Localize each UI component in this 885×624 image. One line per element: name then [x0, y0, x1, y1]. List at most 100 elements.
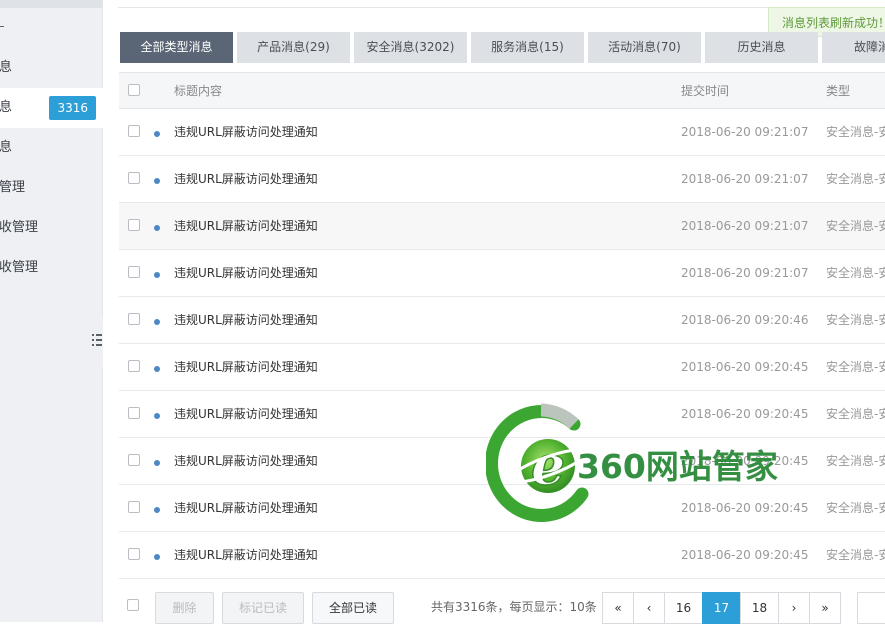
last-page-button[interactable]: » [809, 592, 841, 624]
next-page-button[interactable]: › [778, 592, 810, 624]
unread-dot-icon [154, 507, 160, 513]
delete-button[interactable]: 删除 [155, 592, 214, 624]
table-row[interactable]: 违规URL屏蔽访问处理通知 2018-06-20 09:21:07 安全消息-安 [119, 156, 885, 203]
row-checkbox[interactable] [128, 219, 140, 231]
footer-select-all-checkbox[interactable] [127, 599, 139, 611]
sidebar: 息 息 3316 息 管理 收管理 收管理 [0, 0, 104, 622]
tab-security[interactable]: 安全消息(3202) [354, 32, 467, 63]
unread-dot-icon [154, 413, 160, 419]
row-checkbox[interactable] [128, 454, 140, 466]
row-checkbox[interactable] [128, 548, 140, 560]
message-title[interactable]: 违规URL屏蔽访问处理通知 [174, 438, 318, 484]
message-time: 2018-06-20 09:21:07 [681, 125, 809, 139]
message-time: 2018-06-20 09:20:46 [681, 313, 809, 327]
unread-dot-icon [154, 225, 160, 231]
row-checkbox[interactable] [128, 172, 140, 184]
row-checkbox[interactable] [128, 266, 140, 278]
unread-dot-icon [154, 319, 160, 325]
select-all-checkbox[interactable] [128, 84, 140, 96]
first-page-button[interactable]: « [602, 592, 634, 624]
table-row[interactable]: 违规URL屏蔽访问处理通知 2018-06-20 09:21:07 安全消息-安 [119, 109, 885, 156]
page-button[interactable]: 16 [664, 592, 703, 624]
sidebar-item-6[interactable]: 收管理 [0, 248, 103, 288]
message-type: 安全消息-安 [826, 360, 885, 374]
jump-to-page-input[interactable] [857, 592, 885, 624]
unread-dot-icon [154, 272, 160, 278]
message-title[interactable]: 违规URL屏蔽访问处理通知 [174, 532, 318, 578]
sidebar-item-3[interactable]: 息 [0, 128, 103, 168]
sidebar-item-1[interactable]: 息 [0, 48, 103, 88]
message-time: 2018-06-20 09:21:07 [681, 266, 809, 280]
message-time: 2018-06-20 09:20:45 [681, 548, 809, 562]
table-row[interactable]: 违规URL屏蔽访问处理通知 2018-06-20 09:20:45 安全消息-安 [119, 485, 885, 532]
tab-fault[interactable]: 故障消息 [822, 32, 885, 63]
row-checkbox[interactable] [128, 313, 140, 325]
page-button[interactable]: 18 [740, 592, 779, 624]
message-time: 2018-06-20 09:20:45 [681, 501, 809, 515]
sidebar-top-strip [0, 0, 103, 8]
message-title[interactable]: 违规URL屏蔽访问处理通知 [174, 485, 318, 531]
page-button-current[interactable]: 17 [702, 592, 741, 624]
row-checkbox[interactable] [128, 501, 140, 513]
tab-service[interactable]: 服务消息(15) [471, 32, 584, 63]
sidebar-item-label: 息 [0, 140, 13, 155]
message-title[interactable]: 违规URL屏蔽访问处理通知 [174, 297, 318, 343]
tab-history[interactable]: 历史消息 [705, 32, 818, 63]
message-type: 安全消息-安 [826, 266, 885, 280]
message-title[interactable]: 违规URL屏蔽访问处理通知 [174, 250, 318, 296]
tab-product[interactable]: 产品消息(29) [237, 32, 350, 63]
message-type: 安全消息-安 [826, 219, 885, 233]
message-time: 2018-06-20 09:20:45 [681, 360, 809, 374]
message-title[interactable]: 违规URL屏蔽访问处理通知 [174, 203, 318, 249]
table-footer: 删除 标记已读 全部已读 共有3316条，每页显示：10条 « ‹ 16 17 … [118, 578, 885, 624]
table-row[interactable]: 违规URL屏蔽访问处理通知 2018-06-20 09:20:46 安全消息-安 [119, 297, 885, 344]
sidebar-item-label: 管理 [0, 180, 26, 195]
table-header: 标题内容 提交时间 类型 [119, 72, 885, 109]
sidebar-item-4[interactable]: 管理 [0, 168, 103, 208]
message-title[interactable]: 违规URL屏蔽访问处理通知 [174, 156, 318, 202]
mark-all-read-button[interactable]: 全部已读 [312, 592, 394, 624]
sidebar-item-5[interactable]: 收管理 [0, 208, 103, 248]
message-title[interactable]: 违规URL屏蔽访问处理通知 [174, 391, 318, 437]
sidebar-item-security[interactable]: 息 3316 [0, 88, 104, 128]
table-row[interactable]: 违规URL屏蔽访问处理通知 2018-06-20 09:21:07 安全消息-安 [119, 203, 885, 250]
message-time: 2018-06-20 09:21:07 [681, 219, 809, 233]
unread-dot-icon [154, 131, 160, 137]
message-time: 2018-06-20 09:21:07 [681, 172, 809, 186]
row-checkbox[interactable] [128, 360, 140, 372]
sidebar-item-label: 息 [0, 60, 13, 75]
table-row[interactable]: 违规URL屏蔽访问处理通知 2018-06-20 09:20:45 安全消息-安 [119, 438, 885, 485]
pagination-summary: 共有3316条，每页显示：10条 [431, 600, 597, 614]
message-type: 安全消息-安 [826, 454, 885, 468]
table-row[interactable]: 违规URL屏蔽访问处理通知 2018-06-20 09:20:45 安全消息-安 [119, 391, 885, 438]
sidebar-item-label: 收管理 [0, 260, 39, 275]
row-checkbox[interactable] [128, 125, 140, 137]
unread-dot-icon [154, 554, 160, 560]
message-type: 安全消息-安 [826, 407, 885, 421]
message-time: 2018-06-20 09:20:45 [681, 407, 809, 421]
prev-page-button[interactable]: ‹ [633, 592, 665, 624]
table-row[interactable]: 违规URL屏蔽访问处理通知 2018-06-20 09:21:07 安全消息-安 [119, 250, 885, 297]
unread-dot-icon [154, 366, 160, 372]
message-time: 2018-06-20 09:20:45 [681, 454, 809, 468]
mark-read-button[interactable]: 标记已读 [222, 592, 304, 624]
unread-dot-icon [154, 178, 160, 184]
unread-dot-icon [154, 460, 160, 466]
row-checkbox[interactable] [128, 407, 140, 419]
message-title[interactable]: 违规URL屏蔽访问处理通知 [174, 344, 318, 390]
tab-all[interactable]: 全部类型消息 [120, 32, 233, 63]
message-type: 安全消息-安 [826, 313, 885, 327]
unread-count-badge: 3316 [49, 96, 96, 120]
message-type: 安全消息-安 [826, 501, 885, 515]
sidebar-item-label: 息 [0, 100, 13, 115]
table-row[interactable]: 违规URL屏蔽访问处理通知 2018-06-20 09:20:45 安全消息-安 [119, 344, 885, 391]
list-collapse-icon[interactable] [92, 333, 102, 347]
table-row[interactable]: 违规URL屏蔽访问处理通知 2018-06-20 09:20:45 安全消息-安 [119, 532, 885, 579]
tab-activity[interactable]: 活动消息(70) [588, 32, 701, 63]
header-title: 标题内容 [174, 84, 223, 98]
message-type: 安全消息-安 [826, 125, 885, 139]
message-title[interactable]: 违规URL屏蔽访问处理通知 [174, 109, 318, 155]
message-type: 安全消息-安 [826, 172, 885, 186]
header-type: 类型 [826, 84, 851, 98]
message-type: 安全消息-安 [826, 548, 885, 562]
